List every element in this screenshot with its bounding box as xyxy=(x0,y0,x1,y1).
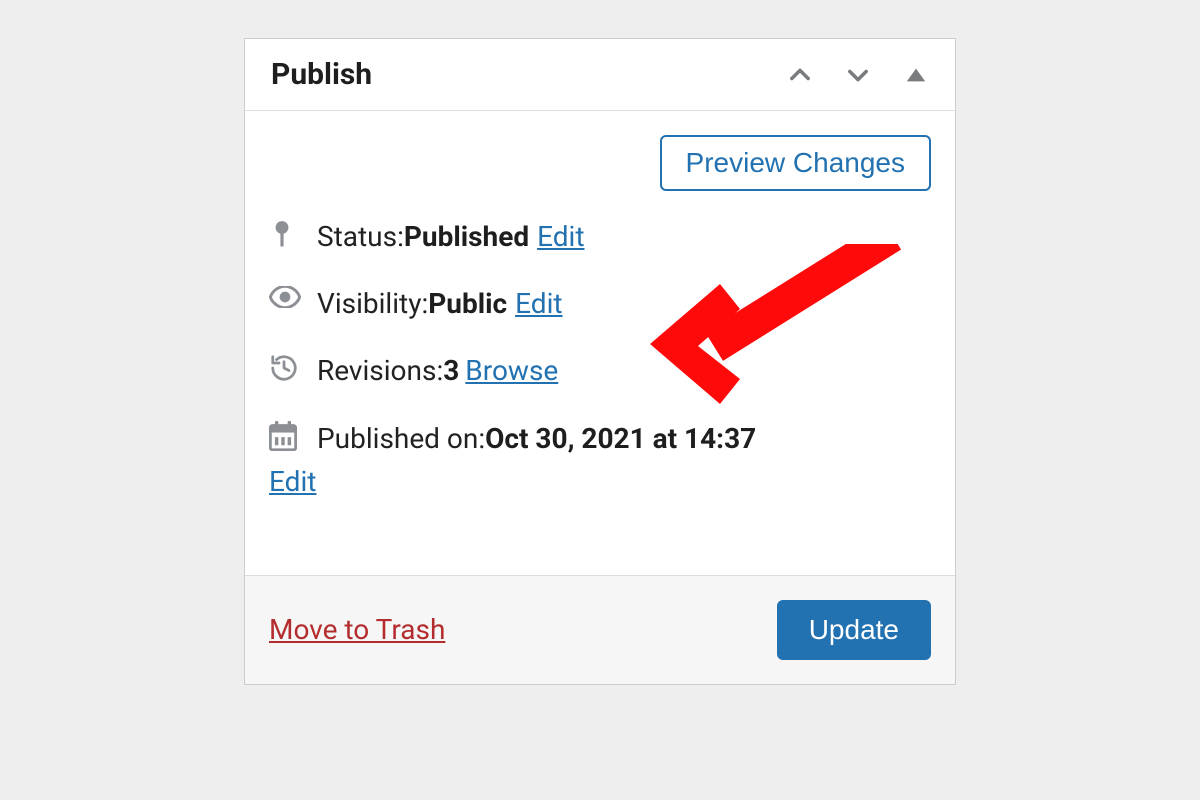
visibility-value: Public xyxy=(428,284,507,323)
pin-icon xyxy=(269,217,317,251)
revisions-row: Revisions: 3 Browse xyxy=(269,337,931,404)
revisions-browse-link[interactable]: Browse xyxy=(465,351,558,390)
visibility-label: Visibility: xyxy=(317,284,428,323)
revisions-count: 3 xyxy=(443,351,459,390)
status-label: Status: xyxy=(317,217,404,256)
calendar-icon xyxy=(269,419,317,451)
meta-rows: Status: Published Edit Visibility: Publi… xyxy=(245,199,955,575)
history-icon xyxy=(269,351,317,383)
update-button[interactable]: Update xyxy=(777,600,931,660)
visibility-edit-link[interactable]: Edit xyxy=(515,284,562,323)
revisions-label: Revisions: xyxy=(317,351,443,390)
publish-panel: Publish Preview Changes Status: xyxy=(244,38,956,685)
published-date: Oct 30, 2021 at 14:37 xyxy=(485,419,756,458)
panel-header-controls xyxy=(785,60,931,90)
status-edit-link[interactable]: Edit xyxy=(537,217,584,256)
preview-changes-button[interactable]: Preview Changes xyxy=(660,135,931,191)
eye-icon xyxy=(269,284,317,308)
published-label: Published on: xyxy=(317,419,485,458)
published-row: Published on: Oct 30, 2021 at 14:37 Edit xyxy=(269,405,931,515)
panel-title: Publish xyxy=(271,57,785,92)
move-up-icon[interactable] xyxy=(785,60,815,90)
move-down-icon[interactable] xyxy=(843,60,873,90)
status-row: Status: Published Edit xyxy=(269,203,931,270)
move-to-trash-link[interactable]: Move to Trash xyxy=(269,613,445,646)
published-edit-link[interactable]: Edit xyxy=(269,465,316,498)
preview-row: Preview Changes xyxy=(245,111,955,199)
panel-footer: Move to Trash Update xyxy=(245,575,955,684)
status-value: Published xyxy=(404,217,529,256)
panel-header: Publish xyxy=(245,39,955,111)
visibility-row: Visibility: Public Edit xyxy=(269,270,931,337)
collapse-icon[interactable] xyxy=(901,60,931,90)
